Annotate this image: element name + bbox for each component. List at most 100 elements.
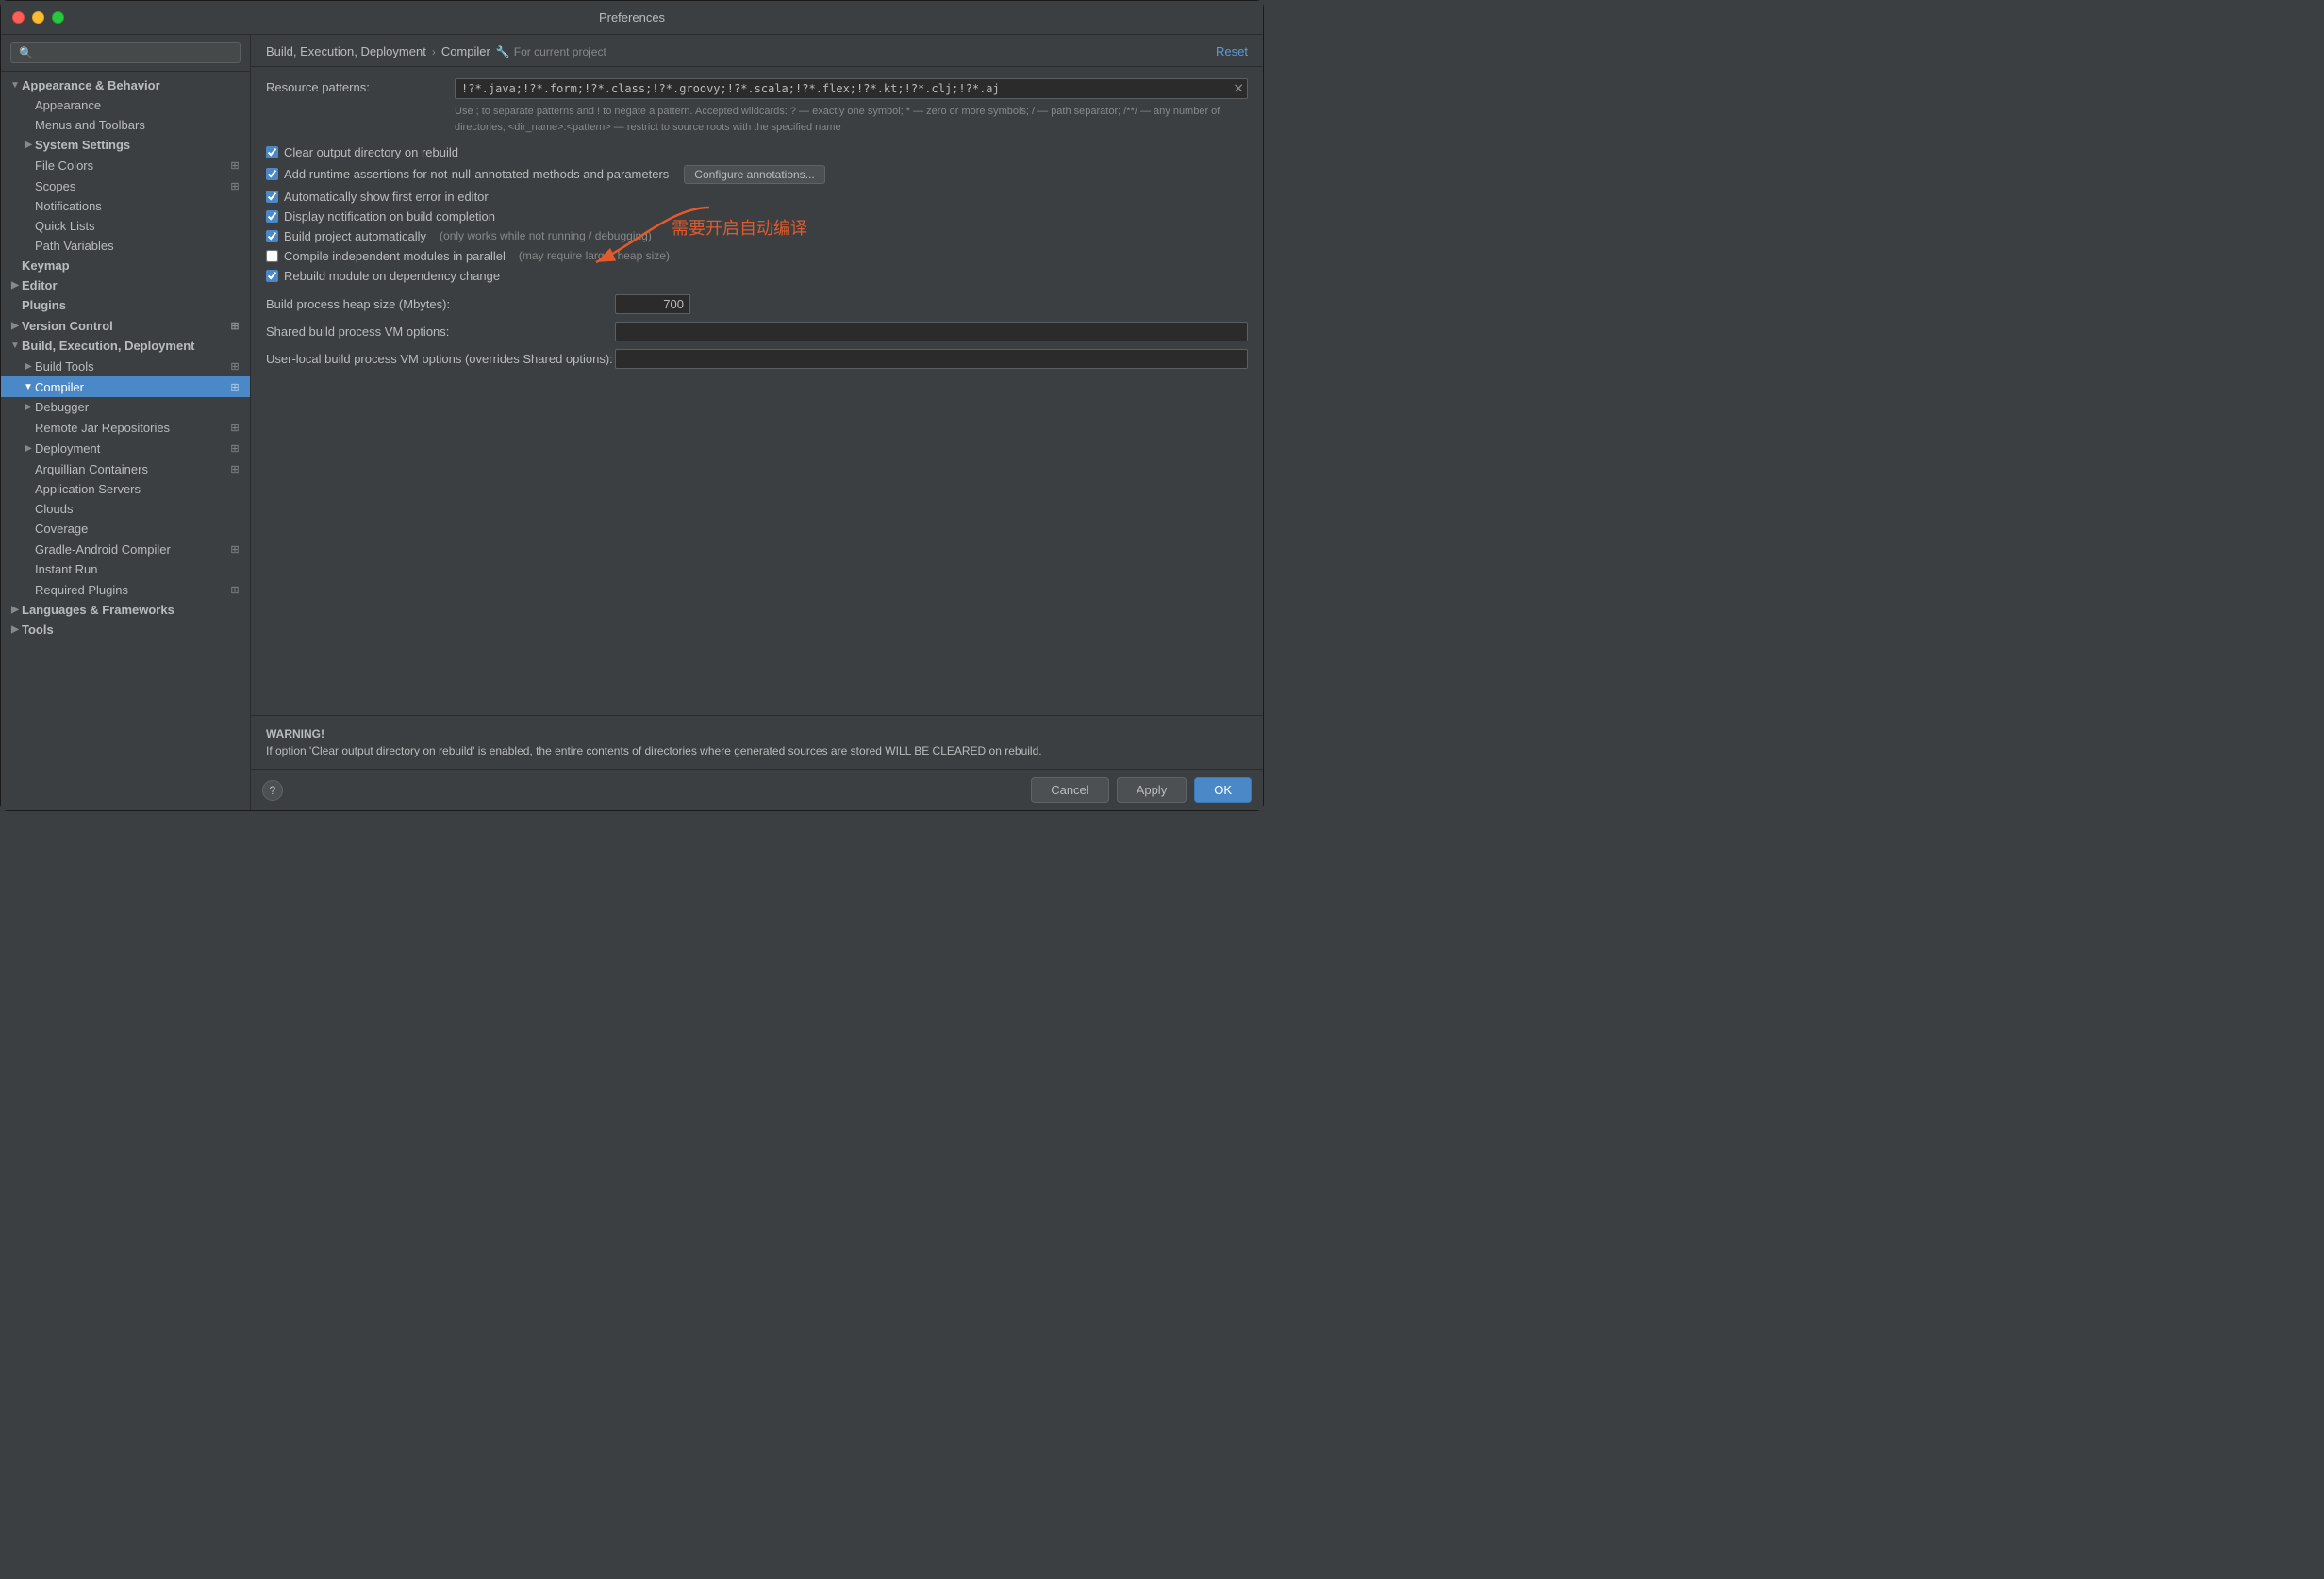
sidebar-item-menus-toolbars[interactable]: Menus and Toolbars: [1, 115, 250, 135]
user-vm-input[interactable]: [615, 349, 1248, 369]
sidebar-item-gradle-android-compiler[interactable]: Gradle-Android Compiler ⊞: [1, 539, 250, 559]
breadcrumb-project: 🔧 For current project: [496, 45, 606, 58]
window-title: Preferences: [599, 10, 665, 25]
search-box: [1, 35, 250, 72]
sidebar-item-appearance-behavior[interactable]: ▼ Appearance & Behavior: [1, 75, 250, 95]
ok-button[interactable]: OK: [1194, 777, 1252, 803]
project-label: For current project: [514, 45, 606, 58]
configure-annotations-button[interactable]: Configure annotations...: [684, 165, 824, 184]
sidebar-item-keymap[interactable]: Keymap: [1, 256, 250, 275]
shared-vm-input[interactable]: [615, 322, 1248, 341]
heap-size-input[interactable]: [615, 294, 690, 314]
checkbox-runtime-assertions-input[interactable]: [266, 168, 278, 180]
heap-size-label: Build process heap size (Mbytes):: [266, 297, 615, 311]
sidebar-item-required-plugins[interactable]: Required Plugins ⊞: [1, 579, 250, 600]
warning-title: WARNING!: [266, 727, 324, 740]
checkbox-show-first-error-label: Automatically show first error in editor: [284, 190, 489, 204]
search-input[interactable]: [10, 42, 241, 63]
shared-vm-row: Shared build process VM options:: [266, 322, 1248, 341]
reset-button[interactable]: Reset: [1216, 44, 1248, 58]
sidebar-item-editor[interactable]: ▶ Editor: [1, 275, 250, 295]
close-button[interactable]: [12, 11, 25, 24]
sidebar-item-arquillian-containers[interactable]: Arquillian Containers ⊞: [1, 458, 250, 479]
heap-size-row: Build process heap size (Mbytes):: [266, 294, 1248, 314]
checkbox-build-auto-input[interactable]: [266, 230, 278, 242]
resource-patterns-row: Resource patterns: ✕: [266, 78, 1248, 99]
sidebar-tree: ▼ Appearance & Behavior Appearance Menus…: [1, 72, 250, 810]
maximize-button[interactable]: [52, 11, 64, 24]
checkbox-rebuild-dependency-input[interactable]: [266, 270, 278, 282]
required-plugins-icon: ⊞: [227, 582, 242, 597]
warning-area: WARNING! If option 'Clear output directo…: [251, 715, 1263, 769]
main-layout: ▼ Appearance & Behavior Appearance Menus…: [1, 35, 1263, 810]
sidebar-item-clouds[interactable]: Clouds: [1, 499, 250, 519]
sidebar-item-remote-jar-repos[interactable]: Remote Jar Repositories ⊞: [1, 417, 250, 438]
compiler-icon: ⊞: [227, 379, 242, 394]
sidebar-item-quick-lists[interactable]: Quick Lists: [1, 216, 250, 236]
breadcrumb-separator: ›: [432, 45, 436, 58]
sidebar-item-build-execution-deployment[interactable]: ▼ Build, Execution, Deployment: [1, 336, 250, 356]
sidebar-item-debugger[interactable]: ▶ Debugger: [1, 397, 250, 417]
checkbox-clear-output-label: Clear output directory on rebuild: [284, 145, 458, 159]
checkbox-build-auto-label: Build project automatically: [284, 229, 426, 243]
checkbox-notification-build: Display notification on build completion: [266, 209, 1248, 224]
sidebar-item-scopes[interactable]: Scopes ⊞: [1, 175, 250, 196]
content-area: Build, Execution, Deployment › Compiler …: [251, 35, 1263, 810]
checkbox-notification-build-input[interactable]: [266, 210, 278, 223]
breadcrumb-part2: Compiler: [441, 44, 490, 58]
sidebar-item-plugins[interactable]: Plugins: [1, 295, 250, 315]
scopes-icon: ⊞: [227, 178, 242, 193]
warning-body: If option 'Clear output directory on reb…: [266, 744, 1042, 757]
sidebar-item-notifications[interactable]: Notifications: [1, 196, 250, 216]
checkbox-rebuild-dependency: Rebuild module on dependency change: [266, 269, 1248, 283]
sidebar-item-deployment[interactable]: ▶ Deployment ⊞: [1, 438, 250, 458]
sidebar-item-instant-run[interactable]: Instant Run: [1, 559, 250, 579]
resource-patterns-input[interactable]: [455, 78, 1248, 99]
bottom-bar: ? Cancel Apply OK: [251, 769, 1263, 810]
sidebar-item-version-control[interactable]: ▶ Version Control ⊞: [1, 315, 250, 336]
deployment-icon: ⊞: [227, 440, 242, 456]
sidebar-item-build-tools[interactable]: ▶ Build Tools ⊞: [1, 356, 250, 376]
checkbox-clear-output: Clear output directory on rebuild: [266, 145, 1248, 159]
clear-input-button[interactable]: ✕: [1233, 81, 1244, 97]
build-tools-icon: ⊞: [227, 358, 242, 374]
expand-arrow: ▼: [8, 80, 22, 91]
sidebar-item-system-settings[interactable]: ▶ System Settings: [1, 135, 250, 155]
checkbox-compile-parallel: Compile independent modules in parallel …: [266, 249, 1248, 263]
build-auto-note: (only works while not running / debuggin…: [440, 229, 652, 242]
compile-parallel-note: (may require larger heap size): [519, 249, 670, 262]
arquillian-icon: ⊞: [227, 461, 242, 476]
sidebar-item-file-colors[interactable]: File Colors ⊞: [1, 155, 250, 175]
sidebar-item-coverage[interactable]: Coverage: [1, 519, 250, 539]
project-icon: 🔧: [496, 45, 510, 58]
gradle-android-icon: ⊞: [227, 541, 242, 557]
checkbox-clear-output-input[interactable]: [266, 146, 278, 158]
sidebar: ▼ Appearance & Behavior Appearance Menus…: [1, 35, 251, 810]
checkbox-show-first-error-input[interactable]: [266, 191, 278, 203]
shared-vm-label: Shared build process VM options:: [266, 324, 615, 339]
remote-jar-icon: ⊞: [227, 420, 242, 435]
minimize-button[interactable]: [32, 11, 44, 24]
checkbox-runtime-assertions-label: Add runtime assertions for not-null-anno…: [284, 167, 669, 181]
sidebar-item-path-variables[interactable]: Path Variables: [1, 236, 250, 256]
checkbox-runtime-assertions: Add runtime assertions for not-null-anno…: [266, 165, 1248, 184]
checkbox-rebuild-dependency-label: Rebuild module on dependency change: [284, 269, 500, 283]
warning-text: WARNING! If option 'Clear output directo…: [266, 725, 1248, 759]
apply-button[interactable]: Apply: [1117, 777, 1187, 803]
file-colors-icon: ⊞: [227, 158, 242, 173]
checkbox-compile-parallel-input[interactable]: [266, 250, 278, 262]
checkbox-show-first-error: Automatically show first error in editor: [266, 190, 1248, 204]
checkbox-build-auto: Build project automatically (only works …: [266, 229, 1248, 243]
traffic-lights: [12, 11, 64, 24]
sidebar-item-languages-frameworks[interactable]: ▶ Languages & Frameworks: [1, 600, 250, 620]
sidebar-item-compiler[interactable]: ▼ Compiler ⊞: [1, 376, 250, 397]
help-button[interactable]: ?: [262, 780, 283, 801]
sidebar-item-appearance[interactable]: Appearance: [1, 95, 250, 115]
resource-patterns-label: Resource patterns:: [266, 78, 455, 94]
sidebar-item-tools[interactable]: ▶ Tools: [1, 620, 250, 640]
cancel-button[interactable]: Cancel: [1031, 777, 1108, 803]
checkbox-compile-parallel-label: Compile independent modules in parallel: [284, 249, 506, 263]
user-vm-row: User-local build process VM options (ove…: [266, 349, 1248, 369]
content-header: Build, Execution, Deployment › Compiler …: [251, 35, 1263, 67]
sidebar-item-application-servers[interactable]: Application Servers: [1, 479, 250, 499]
